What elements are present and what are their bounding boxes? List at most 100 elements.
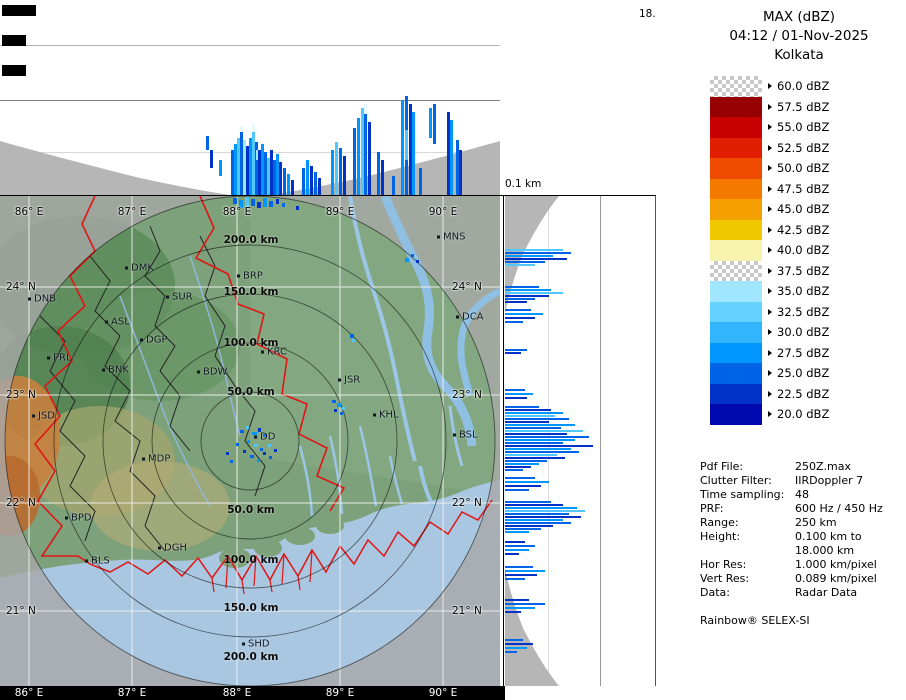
- legend-row: 32.5 dBZ: [710, 302, 829, 323]
- echo-bar: [353, 128, 356, 196]
- legend-row: 35.0 dBZ: [710, 281, 829, 302]
- echo-bar: [505, 553, 519, 555]
- meta-row: Range:250 km: [700, 515, 883, 529]
- product-title-block: MAX (dBZ) 04:12 / 01-Nov-2025 Kolkata: [656, 0, 906, 65]
- city-label: DGH: [164, 543, 187, 554]
- xz-echo-bars: [0, 0, 500, 196]
- legend-tick-icon: [768, 227, 772, 233]
- meta-value: 250 km: [795, 516, 837, 529]
- echo-bar: [505, 481, 549, 483]
- legend-tick-icon: [768, 329, 772, 335]
- legend-label: 45.0 dBZ: [777, 202, 829, 216]
- echo-bar: [287, 174, 290, 196]
- legend-swatch: [710, 322, 762, 343]
- echo-bar: [505, 516, 581, 518]
- echo-bar: [505, 406, 539, 408]
- echo-bar: [392, 176, 395, 196]
- legend-label: 22.5 dBZ: [777, 387, 829, 401]
- echo-bar: [364, 114, 367, 196]
- panel-divider: [503, 196, 504, 686]
- meta-value: 250Z.max: [795, 460, 851, 473]
- echo-bar: [306, 160, 309, 196]
- city-marker: BRP: [237, 271, 263, 282]
- meta-label: Range:: [700, 516, 795, 529]
- legend-tick-icon: [768, 391, 772, 397]
- echo-bar: [505, 321, 523, 323]
- city-dot-icon: [456, 316, 459, 319]
- city-label: BRP: [243, 271, 263, 282]
- echo-bar: [505, 409, 551, 411]
- legend-swatch: [710, 117, 762, 138]
- echo-bar: [505, 611, 521, 613]
- legend-row: 25.0 dBZ: [710, 363, 829, 384]
- legend-label: 40.0 dBZ: [777, 243, 829, 257]
- legend-label: 50.0 dBZ: [777, 161, 829, 175]
- city-dot-icon: [32, 415, 35, 418]
- legend-row: 55.0 dBZ: [710, 117, 829, 138]
- echo-bar: [505, 525, 553, 527]
- legend-label: 55.0 dBZ: [777, 120, 829, 134]
- echo-bar: [450, 120, 453, 196]
- echo-bar: [206, 136, 209, 150]
- echo-bar: [505, 445, 593, 447]
- legend-label: 32.5 dBZ: [777, 305, 829, 319]
- legend-swatch: [710, 97, 762, 118]
- city-dot-icon: [453, 434, 456, 437]
- legend-swatch: [710, 363, 762, 384]
- echo-bar: [505, 647, 527, 649]
- city-dot-icon: [65, 517, 68, 520]
- echo-bar: [505, 427, 561, 429]
- echo-bar: [505, 599, 529, 601]
- legend-tick-icon: [768, 247, 772, 253]
- city-label: DNB: [34, 294, 56, 305]
- legend-row: 27.5 dBZ: [710, 343, 829, 364]
- lon-label-bottom: 90° E: [429, 687, 458, 699]
- city-marker: DD: [254, 432, 275, 443]
- echo-bar: [505, 460, 547, 462]
- echo-bar: [505, 545, 535, 547]
- echo-bar: [364, 104, 367, 114]
- meta-value: 1.000 km/pixel: [795, 558, 877, 571]
- legend-tick-icon: [768, 104, 772, 110]
- echo-bar: [505, 421, 549, 423]
- legend-swatch: [710, 404, 762, 425]
- echo-bar: [505, 442, 563, 444]
- city-dot-icon: [158, 547, 161, 550]
- legend-tick-icon: [768, 370, 772, 376]
- echo-bar: [505, 352, 521, 354]
- legend-row: 30.0 dBZ: [710, 322, 829, 343]
- echo-bar: [505, 412, 563, 414]
- city-dot-icon: [125, 267, 128, 270]
- meta-row: Height:0.100 km to: [700, 529, 883, 543]
- city-label: BNK: [108, 365, 129, 376]
- city-dot-icon: [437, 236, 440, 239]
- echo-bar: [505, 258, 567, 260]
- meta-row: Time sampling:48: [700, 487, 883, 501]
- city-label: ASL: [111, 317, 130, 328]
- meta-value: 0.100 km to: [795, 530, 862, 543]
- echo-bar: [505, 309, 531, 311]
- echo-bar: [505, 643, 533, 645]
- echo-bar: [505, 436, 589, 438]
- echo-bar: [459, 150, 462, 196]
- echo-bar: [318, 178, 321, 196]
- echo-bar: [505, 570, 545, 572]
- city-dot-icon: [140, 339, 143, 342]
- echo-bar: [343, 156, 346, 196]
- legend-label: 30.0 dBZ: [777, 325, 829, 339]
- legend-tick-icon: [768, 268, 772, 274]
- echo-bar: [505, 513, 569, 515]
- legend-tick-icon: [768, 124, 772, 130]
- meta-label: Hor Res:: [700, 558, 795, 571]
- echo-bar: [419, 168, 422, 196]
- city-label: JSR: [344, 375, 360, 386]
- city-label: SUR: [172, 292, 193, 303]
- city-label: DCA: [462, 312, 484, 323]
- height-axis-min-label: 0.1 km: [505, 178, 541, 190]
- legend-swatch: [710, 158, 762, 179]
- city-label: DD: [260, 432, 275, 443]
- city-label: BPD: [71, 513, 92, 524]
- echo-bar: [505, 477, 535, 479]
- city-dot-icon: [237, 275, 240, 278]
- lon-label-bottom: 88° E: [223, 687, 252, 699]
